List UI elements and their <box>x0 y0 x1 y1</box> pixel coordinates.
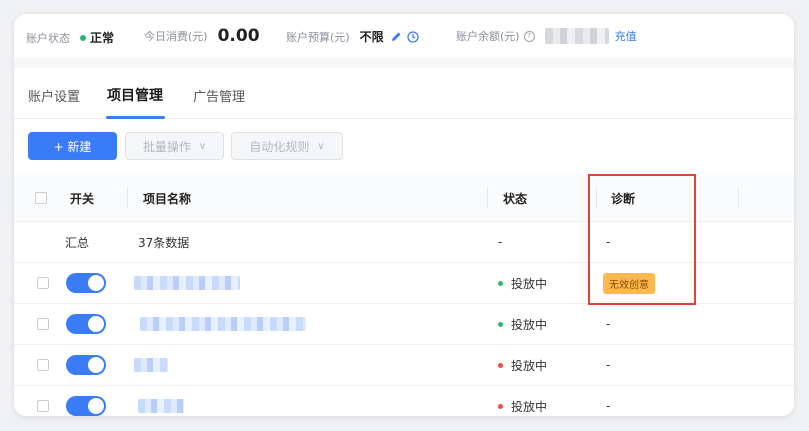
status-ok-dot <box>80 34 86 41</box>
summary-status: - <box>498 235 503 249</box>
new-button[interactable]: + 新建 <box>28 132 117 160</box>
invalid-creative-badge[interactable]: 无效创意 <box>603 272 655 294</box>
summary-count: 37条数据 <box>138 235 190 250</box>
row-switch-toggle[interactable] <box>66 355 106 375</box>
chevron-down-icon: ∨ <box>317 140 325 152</box>
account-state: 账户状态 正常 <box>26 29 114 46</box>
balance-value-redacted <box>544 28 609 44</box>
header-diagnosis: 诊断 <box>611 191 636 206</box>
status-dot <box>498 403 503 409</box>
status-dot <box>498 280 503 286</box>
tab-project-management[interactable]: 项目管理 <box>107 85 163 105</box>
row-checkbox[interactable] <box>37 277 49 289</box>
account-status-bar: 账户状态 正常 今日消费(元) 0.00 账户预算(元) 不限 账户余额(元) … <box>14 14 794 58</box>
project-name-cell[interactable] <box>134 263 240 303</box>
status-cell: 投放中 <box>498 304 547 344</box>
project-name-cell[interactable] <box>134 345 168 385</box>
today-spend: 今日消费(元) 0.00 <box>144 26 260 46</box>
tab-ad-management[interactable]: 广告管理 <box>193 86 245 105</box>
row-checkbox-cell[interactable] <box>37 304 49 344</box>
select-all-checkbox-cell[interactable] <box>35 175 47 221</box>
row-checkbox-cell[interactable] <box>37 345 49 385</box>
diagnosis-cell: - <box>606 358 611 372</box>
budget-value: 不限 <box>359 30 384 44</box>
account-state-label: 账户状态 <box>26 31 70 45</box>
status-cell: 投放中 <box>498 263 547 303</box>
balance-label: 账户余额(元) <box>456 30 520 43</box>
table-row: 投放中 - <box>14 345 794 386</box>
automation-rule-button[interactable]: 自动化规则 ∨ <box>231 132 343 160</box>
project-name-cell[interactable] <box>138 386 184 416</box>
clock-icon[interactable] <box>406 30 419 43</box>
diagnosis-cell: - <box>606 399 611 413</box>
project-name-redacted[interactable] <box>138 399 184 413</box>
status-text: 投放中 <box>511 276 548 291</box>
project-table: 开关 项目名称 状态 诊断 汇总 37条数据 - - 投放中 无效创意 投放中 … <box>14 175 794 416</box>
status-text: 投放中 <box>511 399 548 414</box>
row-checkbox-cell[interactable] <box>37 386 49 416</box>
table-header-row: 开关 项目名称 状态 诊断 <box>14 175 794 222</box>
project-name-cell[interactable] <box>140 304 306 344</box>
batch-operation-button[interactable]: 批量操作 ∨ <box>125 132 224 160</box>
edit-icon[interactable] <box>391 31 402 42</box>
budget-label: 账户预算(元) <box>286 30 350 44</box>
project-name-redacted[interactable] <box>140 317 306 331</box>
row-checkbox-cell[interactable] <box>37 263 49 303</box>
row-switch-toggle[interactable] <box>66 314 106 334</box>
status-dot <box>498 362 503 368</box>
today-spend-label: 今日消费(元) <box>144 30 208 43</box>
column-divider <box>127 187 128 209</box>
row-checkbox[interactable] <box>37 359 49 371</box>
active-tab-indicator <box>106 116 165 119</box>
row-switch-toggle[interactable] <box>66 273 106 293</box>
row-toggle-cell[interactable] <box>66 345 106 385</box>
diagnosis-cell: - <box>606 317 611 331</box>
project-name-redacted[interactable] <box>134 276 240 290</box>
status-cell: 投放中 <box>498 345 547 385</box>
automation-rule-label: 自动化规则 <box>249 139 310 154</box>
table-row: 投放中 - <box>14 386 794 416</box>
summary-label: 汇总 <box>65 235 90 250</box>
diagnosis-cell: 无效创意 <box>603 263 655 303</box>
account-balance: 账户余额(元) ? 充值 <box>456 28 637 44</box>
select-all-checkbox[interactable] <box>35 192 47 204</box>
column-divider <box>487 187 488 209</box>
row-toggle-cell[interactable] <box>66 263 106 303</box>
project-name-redacted[interactable] <box>134 358 168 372</box>
table-row: 投放中 - <box>14 304 794 345</box>
batch-operation-label: 批量操作 <box>142 139 191 154</box>
status-text: 投放中 <box>511 317 548 332</box>
column-divider <box>738 187 739 209</box>
help-icon[interactable]: ? <box>523 30 535 42</box>
today-spend-value: 0.00 <box>217 26 260 46</box>
section-divider <box>14 58 794 68</box>
summary-diagnosis: - <box>606 235 611 249</box>
row-switch-toggle[interactable] <box>66 396 106 416</box>
row-checkbox[interactable] <box>37 318 49 330</box>
tab-bar: 账户设置 项目管理 广告管理 <box>14 68 794 119</box>
header-switch: 开关 <box>70 191 95 206</box>
row-toggle-cell[interactable] <box>66 386 106 416</box>
status-dot <box>498 321 503 327</box>
status-text: 投放中 <box>511 358 548 373</box>
main-card: 账户状态 正常 今日消费(元) 0.00 账户预算(元) 不限 账户余额(元) … <box>14 14 794 416</box>
tab-account-settings[interactable]: 账户设置 <box>28 86 80 105</box>
summary-row: 汇总 37条数据 - - <box>14 222 794 263</box>
account-state-value: 正常 <box>90 31 115 45</box>
header-name: 项目名称 <box>143 191 192 206</box>
row-checkbox[interactable] <box>37 400 49 412</box>
chevron-down-icon: ∨ <box>198 140 207 152</box>
account-budget: 账户预算(元) 不限 <box>286 28 419 45</box>
row-toggle-cell[interactable] <box>66 304 106 344</box>
column-divider <box>596 187 597 209</box>
recharge-link[interactable]: 充值 <box>615 28 637 44</box>
table-row: 投放中 无效创意 <box>14 263 794 304</box>
header-status: 状态 <box>503 191 528 206</box>
status-cell: 投放中 <box>498 386 547 416</box>
